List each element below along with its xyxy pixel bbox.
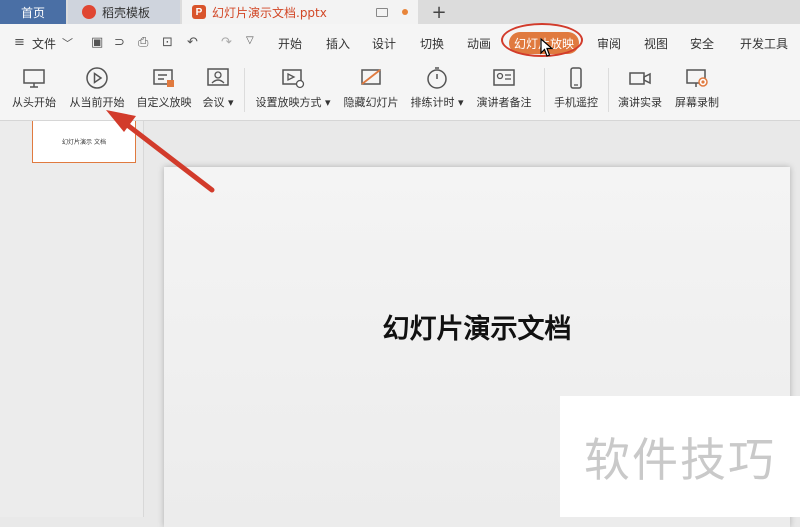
ribbon-separator	[244, 68, 245, 112]
record-speech-label: 演讲实录	[618, 96, 662, 109]
slide-title[interactable]: 幻灯片演示文档	[383, 307, 572, 527]
print-preview-icon[interactable]: ⊡	[162, 35, 173, 50]
tab-home[interactable]: 首页	[0, 0, 66, 24]
slide-thumbnail-panel	[0, 121, 144, 517]
tab-document-label: 幻灯片演示文档.pptx	[212, 5, 327, 20]
setup-show-icon	[282, 69, 305, 89]
save-icon[interactable]: ▣	[91, 35, 103, 50]
screen-record-label: 屏幕录制	[675, 96, 719, 109]
from-current-button[interactable]: 从当前开始	[66, 62, 128, 118]
format-painter-icon[interactable]: ⊃	[114, 35, 125, 50]
menu-view[interactable]: 视图	[644, 35, 668, 52]
hide-slide-button[interactable]: 隐藏幻灯片	[340, 62, 402, 118]
menu-review[interactable]: 审阅	[597, 35, 621, 52]
hide-slide-label: 隐藏幻灯片	[343, 96, 399, 109]
phone-remote-label: 手机遥控	[554, 96, 598, 109]
ribbon-toolbar: 从头开始 从当前开始 自定义放映 会议 ▾ 设置放映方式 ▾ 隐藏幻灯片 排练计…	[0, 62, 800, 121]
from-start-label: 从头开始	[12, 96, 56, 109]
stopwatch-icon	[427, 67, 447, 89]
watermark-text: 软件技巧	[584, 432, 776, 487]
quick-access-dropdown-icon[interactable]: ▽	[246, 35, 254, 46]
docer-logo-icon	[82, 5, 96, 19]
hamburger-icon[interactable]: ≡	[14, 35, 25, 50]
presenter-notes-icon	[493, 69, 515, 86]
from-start-button[interactable]: 从头开始	[6, 62, 62, 118]
monitor-icon[interactable]	[376, 7, 388, 17]
play-circle-icon	[86, 67, 108, 89]
custom-show-label: 自定义放映	[136, 96, 192, 109]
presenter-notes-button[interactable]: 演讲者备注	[472, 62, 536, 118]
custom-show-button[interactable]: 自定义放映	[134, 62, 194, 118]
record-speech-button[interactable]: 演讲实录	[614, 62, 666, 118]
setup-show-button[interactable]: 设置放映方式 ▾	[252, 62, 334, 118]
tab-template-label: 稻壳模板	[102, 5, 151, 20]
ribbon-separator	[544, 68, 545, 112]
menu-start[interactable]: 开始	[278, 35, 302, 52]
tab-template[interactable]: 稻壳模板	[68, 0, 180, 24]
projector-screen-icon	[23, 69, 45, 88]
rehearse-timing-label: 排练计时 ▾	[410, 96, 464, 109]
phone-remote-button[interactable]: 手机遥控	[550, 62, 602, 118]
setup-show-label: 设置放映方式 ▾	[255, 96, 331, 109]
undo-icon[interactable]: ↶	[187, 35, 198, 50]
screen-record-button[interactable]: 屏幕录制	[670, 62, 724, 118]
mouse-cursor-icon	[540, 38, 554, 57]
presenter-notes-label: 演讲者备注	[476, 96, 532, 109]
menu-security[interactable]: 安全	[690, 35, 714, 52]
slide-thumbnail-title: 幻灯片演示 文档	[62, 139, 106, 146]
menu-animation[interactable]: 动画	[467, 35, 491, 52]
meeting-icon	[207, 68, 229, 86]
menu-insert[interactable]: 插入	[326, 35, 350, 52]
print-icon[interactable]: ⎙	[138, 35, 148, 50]
hide-slide-icon	[361, 69, 381, 85]
menu-developer[interactable]: 开发工具	[740, 35, 788, 52]
menu-design[interactable]: 设计	[372, 35, 396, 52]
ribbon-separator	[608, 68, 609, 112]
screen-record-icon	[686, 69, 708, 87]
unsaved-dot-icon	[402, 9, 408, 15]
tab-document[interactable]: P 幻灯片演示文档.pptx	[182, 0, 418, 24]
phone-icon	[570, 67, 582, 89]
add-tab-button[interactable]: +	[428, 0, 450, 24]
from-current-label: 从当前开始	[69, 96, 125, 109]
menu-bar: ≡ 文件 ﹀ ▣ ⊃ ⎙ ⊡ ↶ ↷ ▽ 开始 插入 设计 切换 动画 幻灯片放…	[0, 24, 800, 62]
watermark-box: 软件技巧	[560, 396, 800, 517]
rehearse-timing-button[interactable]: 排练计时 ▾	[408, 62, 466, 118]
video-camera-icon	[629, 72, 651, 85]
custom-show-icon	[153, 69, 174, 87]
presentation-file-icon: P	[192, 5, 206, 19]
slide-thumbnail[interactable]: 幻灯片演示 文档	[32, 121, 136, 163]
redo-icon[interactable]: ↷	[221, 35, 232, 50]
meeting-label: 会议 ▾	[202, 96, 234, 109]
chevron-down-icon[interactable]: ﹀	[62, 35, 73, 51]
meeting-button[interactable]: 会议 ▾	[200, 62, 236, 118]
tab-home-label: 首页	[20, 5, 45, 20]
menu-file[interactable]: 文件	[32, 35, 56, 52]
menu-transition[interactable]: 切换	[420, 35, 444, 52]
title-tab-bar: 首页 稻壳模板 P 幻灯片演示文档.pptx +	[0, 0, 800, 24]
